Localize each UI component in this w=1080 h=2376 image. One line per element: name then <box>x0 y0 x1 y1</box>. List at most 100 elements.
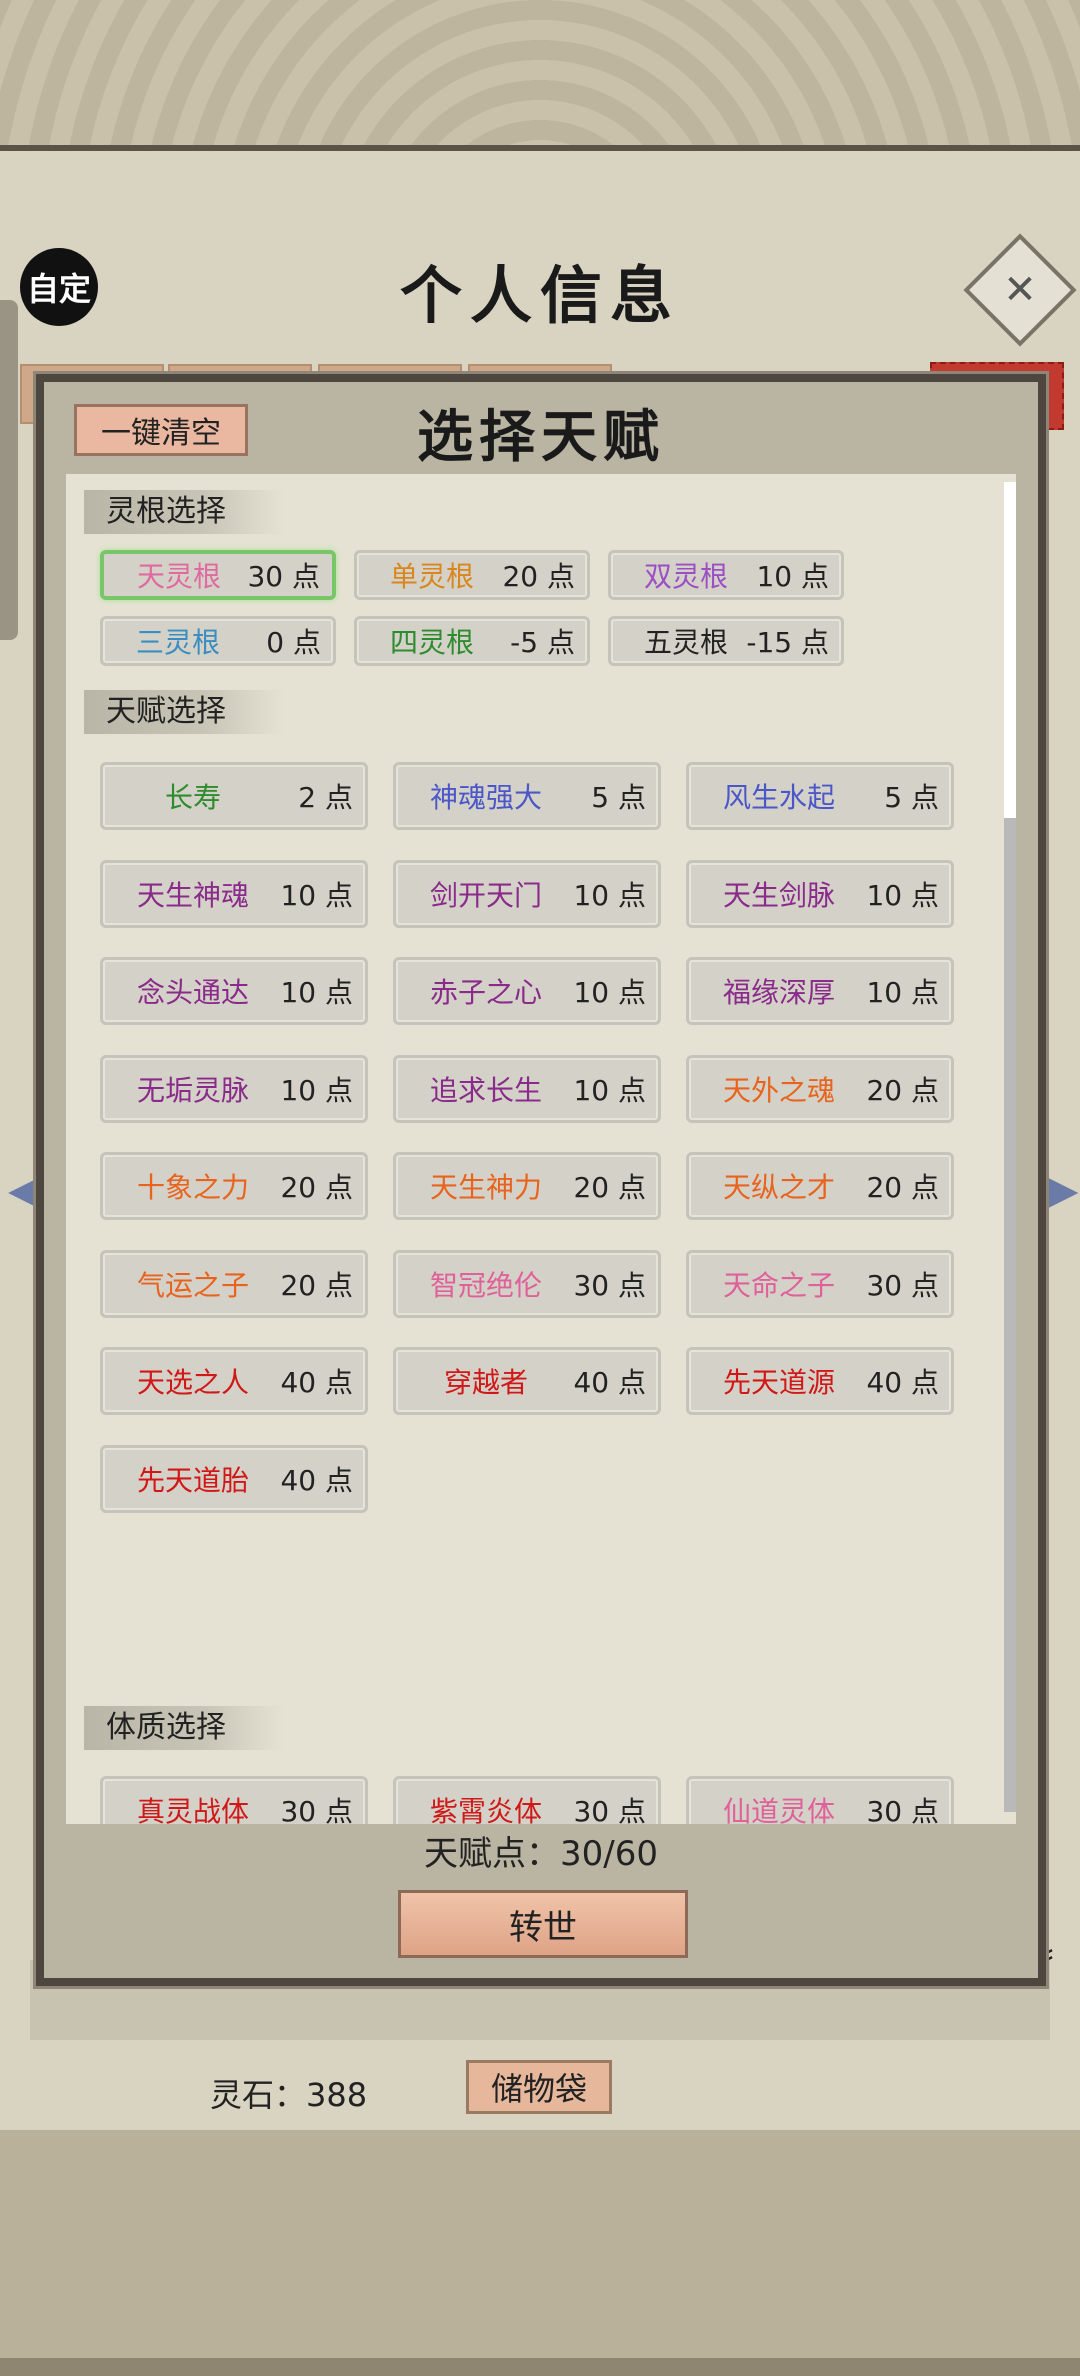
option-cost: 10 点 <box>866 878 939 912</box>
option-name: 单灵根 <box>389 560 474 593</box>
option-cost: 20 点 <box>280 1268 353 1302</box>
option-name: 四灵根 <box>389 626 474 659</box>
page-title: 个人信息 <box>399 259 680 332</box>
option-cost: 0 点 <box>266 626 321 659</box>
talent-option[interactable]: 天选之人 40 点 <box>100 1347 368 1415</box>
talent-option[interactable]: 先天道源 40 点 <box>686 1347 954 1415</box>
option-cost: 10 点 <box>280 1073 353 1107</box>
talent-option[interactable]: 风生水起 5 点 <box>686 762 954 830</box>
talent-option[interactable]: 单灵根 20 点 <box>354 550 590 600</box>
side-handle[interactable] <box>0 300 18 640</box>
reborn-button[interactable]: 转世 <box>398 1890 688 1958</box>
option-name: 念头通达 <box>136 976 249 1009</box>
option-name: 长寿 <box>164 781 221 814</box>
option-name: 神魂强大 <box>429 781 542 814</box>
talent-scroll-panel[interactable]: 灵根选择 天赋选择 体质选择 天灵根 30 点单灵根 20 点双灵根 10 点三灵根 0… <box>66 474 1016 1824</box>
talent-option[interactable]: 四灵根 -5 点 <box>354 616 590 666</box>
option-name: 赤子之心 <box>429 976 542 1009</box>
option-cost: 2 点 <box>298 781 353 814</box>
option-name: 天生剑脉 <box>722 878 835 912</box>
modal-title: 选择天赋 <box>417 404 665 470</box>
talent-option[interactable]: 先天道胎 40 点 <box>100 1444 368 1513</box>
option-name: 智冠绝伦 <box>429 1268 542 1302</box>
talent-option[interactable]: 天生剑脉 10 点 <box>686 859 954 928</box>
option-cost: 20 点 <box>866 1171 939 1204</box>
talent-option[interactable]: 紫霄炎体 30 点 <box>393 1776 661 1824</box>
talent-option[interactable]: 天命之子 30 点 <box>686 1249 954 1318</box>
option-cost: 10 点 <box>573 1073 646 1107</box>
option-cost: 30 点 <box>866 1268 939 1302</box>
talent-option[interactable]: 双灵根 10 点 <box>608 550 844 600</box>
option-name: 紫霄炎体 <box>429 1795 542 1824</box>
talent-option[interactable]: 神魂强大 5 点 <box>393 762 661 830</box>
bottom-decor-band <box>0 2130 1080 2376</box>
talent-option[interactable]: 智冠绝伦 30 点 <box>393 1249 661 1318</box>
option-name: 天灵根 <box>136 560 221 593</box>
section-root-header: 灵根选择 <box>84 490 284 534</box>
option-name: 真灵战体 <box>136 1795 249 1824</box>
option-cost: 10 点 <box>573 976 646 1009</box>
option-cost: 10 点 <box>280 878 353 912</box>
talent-option[interactable]: 真灵战体 30 点 <box>100 1776 368 1824</box>
option-name: 天命之子 <box>722 1268 835 1302</box>
talent-option[interactable]: 五灵根 -15 点 <box>608 616 844 666</box>
option-name: 天生神力 <box>429 1171 542 1204</box>
storage-bag-button[interactable]: 储物袋 <box>466 2060 612 2114</box>
option-name: 追求长生 <box>429 1073 542 1107</box>
option-name: 十象之力 <box>136 1171 249 1204</box>
option-cost: 10 点 <box>573 878 646 912</box>
option-cost: 20 点 <box>502 560 575 593</box>
talent-option[interactable]: 三灵根 0 点 <box>100 616 336 666</box>
option-name: 先天道源 <box>722 1366 835 1399</box>
top-decor-band <box>0 0 1080 150</box>
talent-option[interactable]: 剑开天门 10 点 <box>393 859 661 928</box>
talent-option[interactable]: 天外之魂 20 点 <box>686 1054 954 1123</box>
option-cost: 30 点 <box>573 1795 646 1824</box>
option-cost: 10 点 <box>756 560 829 593</box>
talent-option[interactable]: 仙道灵体 30 点 <box>686 1776 954 1824</box>
option-cost: 30 点 <box>280 1795 353 1824</box>
scrollbar-thumb[interactable] <box>1004 482 1016 818</box>
option-cost: 20 点 <box>866 1073 939 1107</box>
option-name: 仙道灵体 <box>722 1795 835 1824</box>
talent-option[interactable]: 天生神魂 10 点 <box>100 859 368 928</box>
talent-option[interactable]: 长寿 2 点 <box>100 762 368 830</box>
close-icon: ✕ <box>1003 267 1037 313</box>
option-name: 天选之人 <box>136 1366 249 1399</box>
talent-select-modal: 一键清空 选择天赋 灵根选择 天赋选择 体质选择 天灵根 30 点单灵根 20 点双… <box>36 374 1046 1986</box>
option-name: 气运之子 <box>136 1268 249 1302</box>
talent-option[interactable]: 福缘深厚 10 点 <box>686 957 954 1025</box>
talent-option[interactable]: 无垢灵脉 10 点 <box>100 1054 368 1123</box>
option-name: 天纵之才 <box>722 1171 835 1204</box>
option-name: 穿越者 <box>443 1366 528 1399</box>
talent-option[interactable]: 念头通达 10 点 <box>100 957 368 1025</box>
option-cost: 40 点 <box>573 1366 646 1399</box>
option-cost: 30 点 <box>866 1795 939 1824</box>
option-name: 风生水起 <box>722 781 835 814</box>
option-cost: 20 点 <box>573 1171 646 1204</box>
talent-option[interactable]: 气运之子 20 点 <box>100 1249 368 1318</box>
option-name: 无垢灵脉 <box>136 1073 249 1107</box>
option-cost: 10 点 <box>866 976 939 1009</box>
option-cost: 40 点 <box>280 1366 353 1399</box>
talent-option[interactable]: 穿越者 40 点 <box>393 1347 661 1415</box>
talent-option[interactable]: 天纵之才 20 点 <box>686 1152 954 1220</box>
option-cost: -5 点 <box>510 626 575 659</box>
spirit-stones-label: 灵石：388 <box>210 2076 368 2114</box>
option-cost: 20 点 <box>280 1171 353 1204</box>
option-name: 三灵根 <box>135 626 220 659</box>
option-cost: 5 点 <box>884 781 939 814</box>
talent-option[interactable]: 赤子之心 10 点 <box>393 957 661 1025</box>
option-name: 天外之魂 <box>722 1073 835 1107</box>
option-cost: -15 点 <box>746 626 829 659</box>
talent-option[interactable]: 十象之力 20 点 <box>100 1152 368 1220</box>
talent-option[interactable]: 天灵根 30 点 <box>100 550 336 600</box>
section-talent-header: 天赋选择 <box>84 690 284 734</box>
scrollbar[interactable] <box>1004 482 1016 1812</box>
talent-option[interactable]: 追求长生 10 点 <box>393 1054 661 1123</box>
option-name: 剑开天门 <box>429 878 542 912</box>
option-name: 五灵根 <box>643 626 728 659</box>
talent-option[interactable]: 天生神力 20 点 <box>393 1152 661 1220</box>
option-name: 双灵根 <box>643 560 728 593</box>
option-cost: 40 点 <box>866 1366 939 1399</box>
